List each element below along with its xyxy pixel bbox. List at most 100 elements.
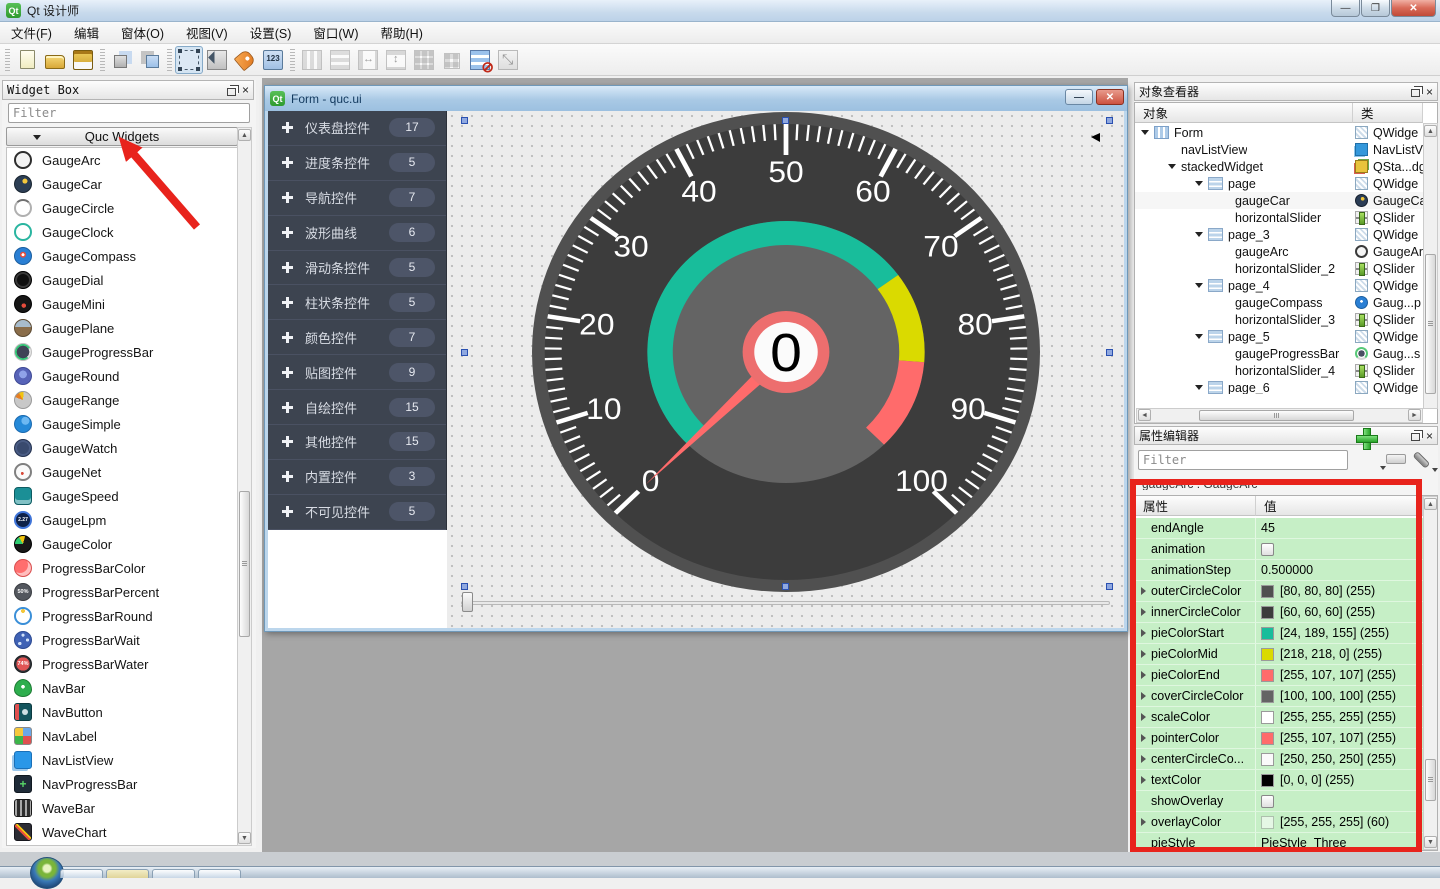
form-titlebar[interactable]: Qt Form - quc.ui <box>265 86 1127 111</box>
widget-box-item[interactable]: GaugeCompass <box>7 244 237 268</box>
expand-arrow-icon[interactable] <box>1135 587 1151 595</box>
column-header-object[interactable]: 对象 <box>1135 103 1353 123</box>
nav-list-item[interactable]: 波形曲线 6 <box>268 216 446 251</box>
object-tree-row[interactable]: page_5 QWidge <box>1135 328 1423 345</box>
property-row[interactable]: overlayColor [255, 255, 255] (60) <box>1135 812 1423 833</box>
object-tree-row[interactable]: horizontalSlider_2 QSlider <box>1135 260 1423 277</box>
property-row[interactable]: pointerColor [255, 107, 107] (255) <box>1135 728 1423 749</box>
configure-property-editor-button[interactable] <box>1412 447 1434 471</box>
float-dock-icon[interactable] <box>1411 433 1420 441</box>
property-editor-header[interactable]: 属性编辑器 × <box>1134 426 1438 445</box>
toolbar-edit-buddies-button[interactable] <box>231 46 259 74</box>
close-button[interactable]: ✕ <box>1391 0 1436 17</box>
widget-box-item[interactable]: NavBar <box>7 676 237 700</box>
selection-handle[interactable] <box>782 117 789 124</box>
toolbar-adjust-size-button[interactable] <box>494 46 522 74</box>
taskbar-app-button[interactable] <box>106 869 149 878</box>
form-minimize-button[interactable]: — <box>1065 89 1093 105</box>
float-dock-icon[interactable] <box>227 88 236 96</box>
nav-list-item[interactable]: 进度条控件 5 <box>268 146 446 181</box>
object-tree-row[interactable]: horizontalSlider QSlider <box>1135 209 1423 226</box>
object-tree-row[interactable]: page_6 QWidge <box>1135 379 1423 394</box>
taskbar-app-button[interactable] <box>60 869 103 878</box>
object-tree-row[interactable]: Form QWidge <box>1135 124 1423 141</box>
nav-list-item[interactable]: 仪表盘控件 17 <box>268 111 446 146</box>
object-inspector-vscrollbar[interactable]: ▲ <box>1423 123 1438 409</box>
property-row[interactable]: animation <box>1135 539 1423 560</box>
widget-box-item[interactable]: ProgressBarColor <box>7 556 237 580</box>
nav-list-item[interactable]: 贴图控件 9 <box>268 355 446 390</box>
object-tree-row[interactable]: navListView NavListV <box>1135 141 1423 158</box>
form-close-button[interactable]: ✕ <box>1096 89 1124 105</box>
nav-list-item[interactable]: 柱状条控件 5 <box>268 285 446 320</box>
object-tree-row[interactable]: stackedWidget QSta...dg <box>1135 158 1423 175</box>
toolbar-layout-grid-button[interactable] <box>410 46 438 74</box>
scroll-up-arrow[interactable]: ▲ <box>1424 498 1437 510</box>
column-header-property[interactable]: 属性 <box>1135 496 1256 516</box>
property-checkbox[interactable] <box>1261 795 1274 808</box>
toolbar-open-form-button[interactable] <box>41 46 69 74</box>
close-dock-icon[interactable]: × <box>1426 431 1433 441</box>
widget-box-item[interactable]: GaugeRange <box>7 388 237 412</box>
menu-item[interactable]: 帮助(H) <box>370 21 434 44</box>
toolbar-layout-form-button[interactable] <box>438 46 466 74</box>
property-row[interactable]: endAngle 45 <box>1135 518 1423 539</box>
toolbar-layout-splitter-h-button[interactable] <box>354 46 382 74</box>
selection-handle[interactable] <box>1106 583 1113 590</box>
menu-item[interactable]: 编辑 <box>63 21 110 44</box>
property-row[interactable]: pieColorEnd [255, 107, 107] (255) <box>1135 665 1423 686</box>
object-tree-row[interactable]: horizontalSlider_3 QSlider <box>1135 311 1423 328</box>
taskbar-app-button[interactable] <box>198 869 241 878</box>
nav-list-item[interactable]: 自绘控件 15 <box>268 390 446 425</box>
widget-box-item[interactable]: NavProgressBar <box>7 772 237 796</box>
property-row[interactable]: coverCircleColor [100, 100, 100] (255) <box>1135 686 1423 707</box>
expand-arrow-icon[interactable] <box>1135 692 1151 700</box>
menu-item[interactable]: 窗体(O) <box>110 21 175 44</box>
toolbar-save-form-button[interactable] <box>69 46 97 74</box>
widget-box-header[interactable]: Widget Box × <box>2 80 254 100</box>
toolbar-layout-horizontal-button[interactable] <box>298 46 326 74</box>
selection-handle[interactable] <box>782 583 789 590</box>
property-row[interactable]: showOverlay <box>1135 791 1423 812</box>
expand-arrow-icon[interactable] <box>1135 755 1151 763</box>
nav-list-item[interactable]: 导航控件 7 <box>268 181 446 216</box>
column-header-class[interactable]: 类 <box>1353 103 1423 123</box>
scrollbar-thumb[interactable] <box>239 491 250 637</box>
toolbar-edit-signals-button[interactable] <box>203 46 231 74</box>
widget-box-item[interactable]: WaveBar <box>7 796 237 820</box>
property-row[interactable]: pieColorMid [218, 218, 0] (255) <box>1135 644 1423 665</box>
remove-dynamic-property-button[interactable] <box>1386 454 1406 464</box>
property-editor-scrollbar[interactable]: ▲ ▼ <box>1423 496 1438 850</box>
expander-icon[interactable] <box>1195 232 1208 237</box>
expand-arrow-icon[interactable] <box>1135 629 1151 637</box>
object-tree-row[interactable]: gaugeCompass Gaug...p <box>1135 294 1423 311</box>
property-row[interactable]: pieStyle PieStyle_Three <box>1135 833 1423 851</box>
nav-list-item[interactable]: 其他控件 15 <box>268 425 446 460</box>
expand-arrow-icon[interactable] <box>1135 818 1151 826</box>
expand-arrow-icon[interactable] <box>1135 671 1151 679</box>
expand-arrow-icon[interactable] <box>1135 713 1151 721</box>
dropdown-arrow-icon[interactable] <box>1432 468 1438 472</box>
selection-handle[interactable] <box>461 117 468 124</box>
dropdown-arrow-icon[interactable] <box>1380 466 1386 470</box>
object-tree-row[interactable]: gaugeCar GaugeCa <box>1135 192 1423 209</box>
close-dock-icon[interactable]: × <box>242 85 249 95</box>
expand-arrow-icon[interactable] <box>1135 776 1151 784</box>
toolbar-layout-splitter-v-button[interactable] <box>382 46 410 74</box>
nav-list-item[interactable]: 滑动条控件 5 <box>268 251 446 286</box>
widget-box-item[interactable]: GaugeNet <box>7 460 237 484</box>
toolbar-squares-back-button[interactable] <box>108 46 136 74</box>
form-canvas[interactable]: 仪表盘控件 17 进度条控件 5 导航控件 7 波形曲线 6 滑动条控件 5 柱… <box>268 111 1124 628</box>
nav-list-item[interactable]: 内置控件 3 <box>268 460 446 495</box>
property-row[interactable]: pieColorStart [24, 189, 155] (255) <box>1135 623 1423 644</box>
scroll-right-arrow[interactable]: ► <box>1408 409 1421 421</box>
widget-box-item[interactable]: GaugeClock <box>7 220 237 244</box>
minimize-button[interactable]: — <box>1331 0 1360 17</box>
widget-box-item[interactable]: NavLabel <box>7 724 237 748</box>
expander-icon[interactable] <box>1168 164 1181 169</box>
object-inspector-header[interactable]: 对象查看器 × <box>1134 82 1438 101</box>
object-tree-row[interactable]: page QWidge <box>1135 175 1423 192</box>
expander-icon[interactable] <box>1195 385 1208 390</box>
toolbar-layout-vertical-button[interactable] <box>326 46 354 74</box>
taskbar-app-button[interactable] <box>152 869 195 878</box>
